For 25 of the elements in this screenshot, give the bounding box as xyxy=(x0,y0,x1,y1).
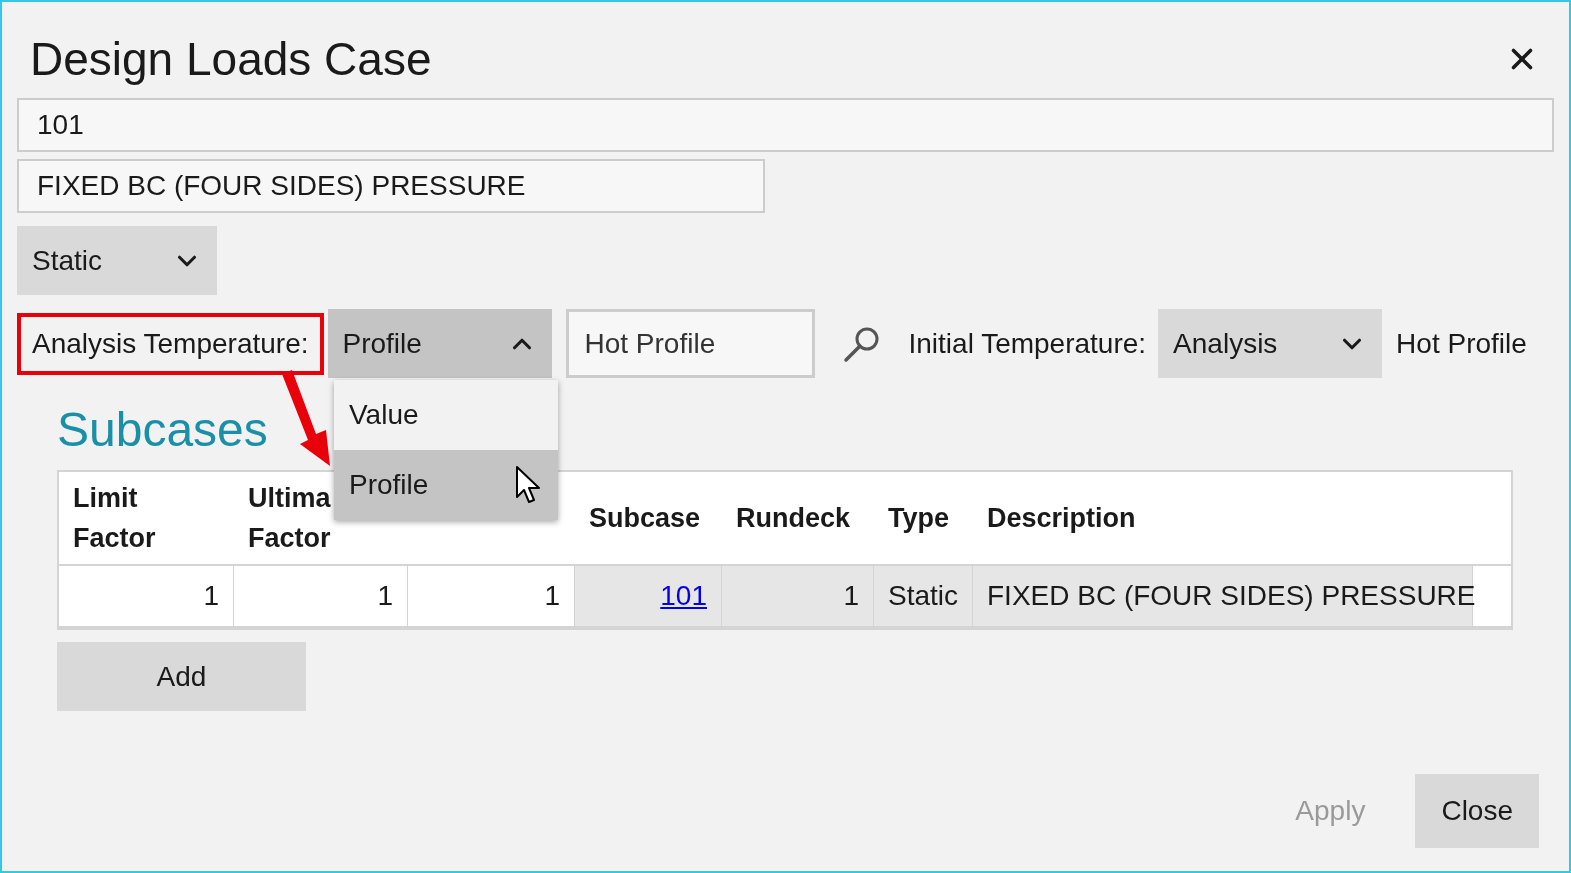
dropdown[interactable]: Static xyxy=(17,226,217,295)
dialog-button[interactable]: Close xyxy=(1415,774,1539,848)
column-header: Subcase xyxy=(589,502,701,535)
menu-item[interactable]: Profile xyxy=(334,450,558,520)
id-field[interactable]: 101 xyxy=(17,98,1554,152)
column-header: Ultima Factor xyxy=(248,482,331,555)
dropdown[interactable]: Profile xyxy=(327,309,552,378)
column-header: Type xyxy=(888,502,949,535)
profile-name: Hot Profile xyxy=(1396,326,1527,361)
column-header: Rundeck xyxy=(736,502,851,535)
dialog-title: Design Loads Case xyxy=(30,31,432,87)
table-cell: FIXED BC (FOUR SIDES) PRESSURE xyxy=(973,566,1473,626)
dropdown[interactable]: Analysis xyxy=(1158,309,1383,378)
field-label: Initial Temperature: xyxy=(908,326,1147,361)
add-button[interactable]: Add xyxy=(57,642,306,711)
field-label: Analysis Temperature: xyxy=(17,312,324,375)
column-header: Description xyxy=(987,502,1136,535)
section-heading: Subcases xyxy=(57,402,268,458)
name-field[interactable]: FIXED BC (FOUR SIDES) PRESSURE xyxy=(17,159,765,213)
menu-item[interactable]: Value xyxy=(334,380,558,450)
table-cell: Static xyxy=(874,566,973,626)
profile-field[interactable]: Hot Profile xyxy=(565,309,815,378)
cursor-icon xyxy=(515,465,543,505)
table-cell: 1 xyxy=(722,566,874,626)
column-header: Limit Factor xyxy=(73,482,156,555)
